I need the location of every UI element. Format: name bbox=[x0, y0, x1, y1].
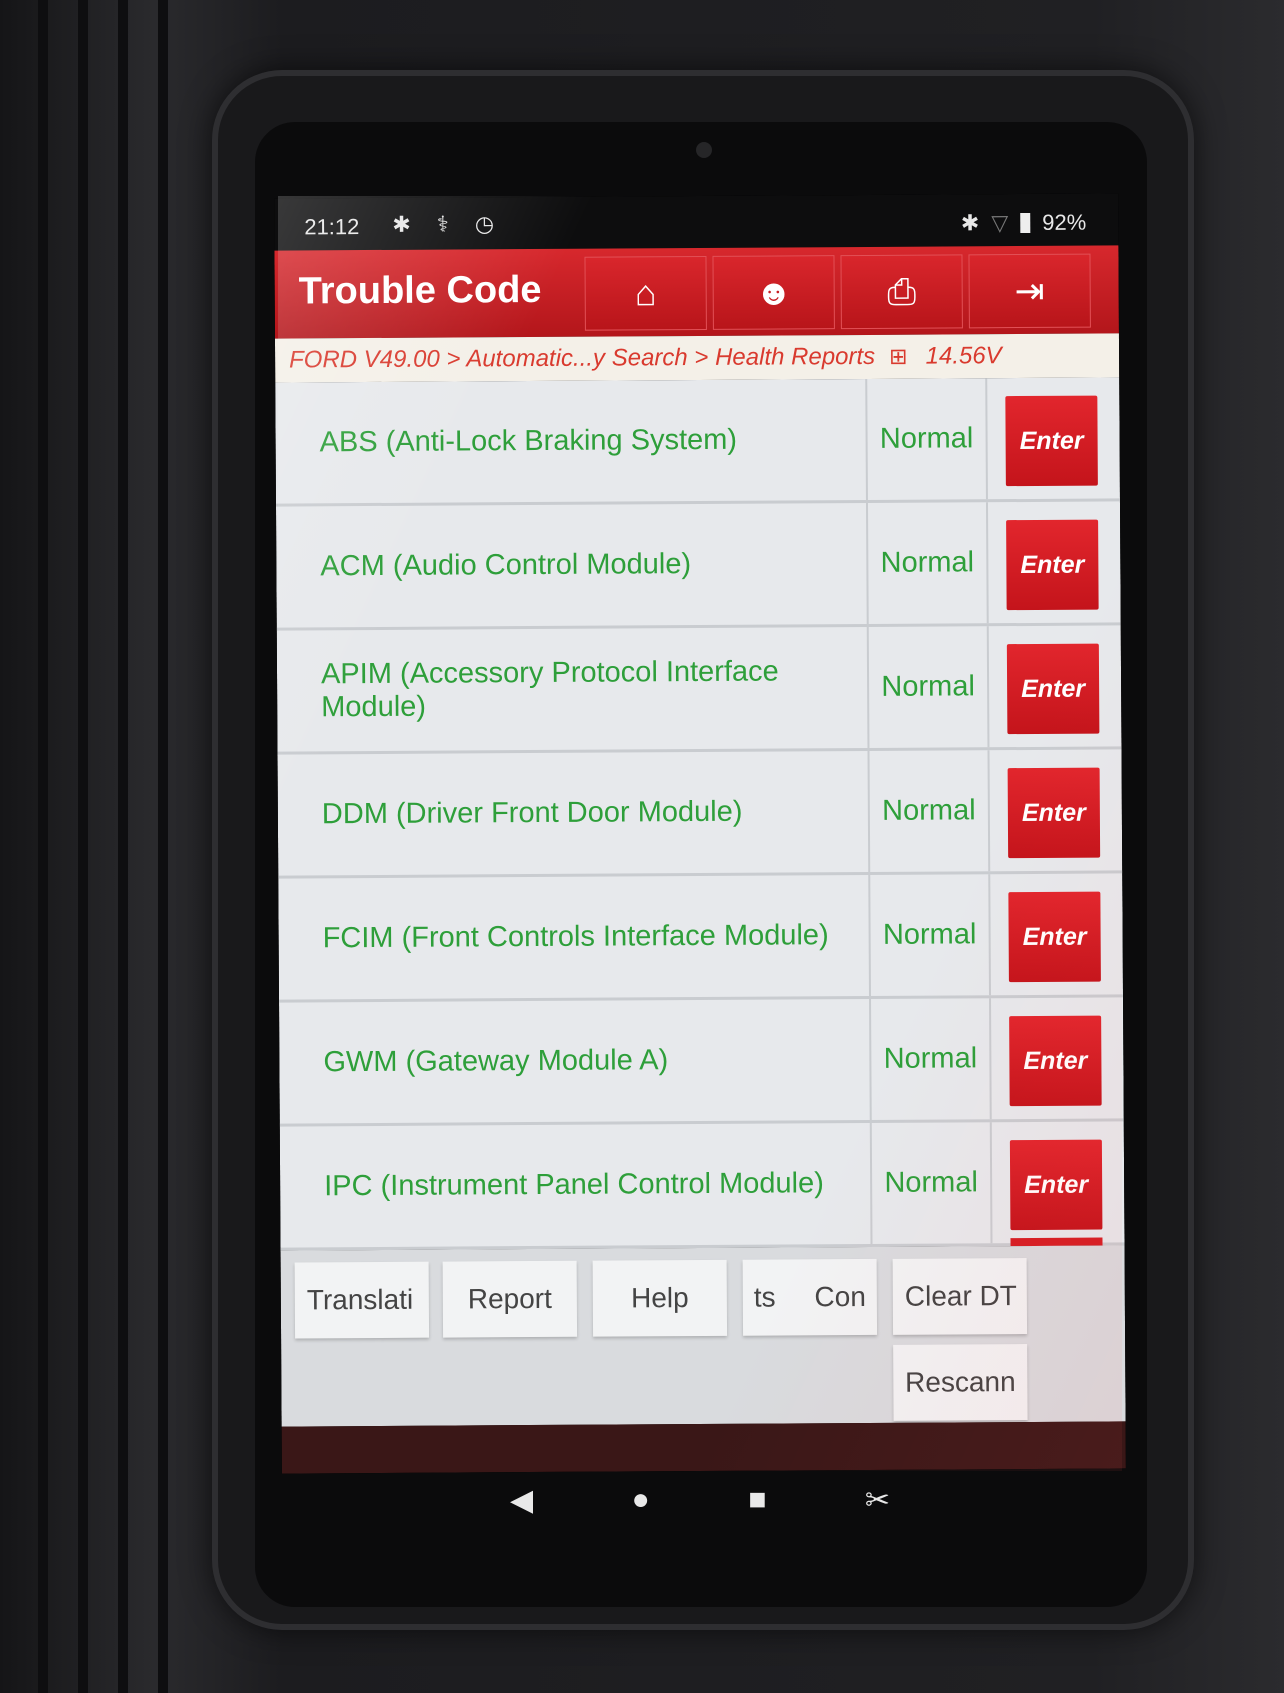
status-bar: 21:12 ✱ ⚕ ◷ ✱ ▽ 92% bbox=[274, 193, 1119, 251]
translation-button[interactable]: Translati bbox=[294, 1261, 430, 1339]
enter-button[interactable]: Enter bbox=[1009, 1139, 1103, 1231]
module-name: IPC (Instrument Panel Control Module) bbox=[279, 1122, 873, 1248]
system-nav-buttons: ◀ ● ■ ✂ bbox=[510, 1470, 890, 1530]
module-status: Normal bbox=[868, 626, 990, 748]
table-row: GWM (Gateway Module A) Normal Enter bbox=[279, 997, 1124, 1127]
table-row: APIM (Accessory Protocol Interface Modul… bbox=[276, 625, 1122, 755]
back-icon[interactable]: ◀ bbox=[510, 1483, 533, 1518]
module-status: Normal bbox=[870, 874, 991, 996]
module-status: Normal bbox=[871, 1122, 993, 1244]
home-button[interactable]: ⌂ bbox=[584, 255, 707, 331]
home-circle-icon[interactable]: ● bbox=[632, 1483, 650, 1517]
status-time: 21:12 bbox=[304, 214, 360, 240]
rescan-button[interactable]: Rescann bbox=[893, 1344, 1028, 1421]
breadcrumb: FORD V49.00 > Automatic...y Search > Hea… bbox=[274, 333, 1120, 383]
system-navigation-bar bbox=[281, 1421, 1126, 1474]
table-row: ACM (Audio Control Module) Normal Enter bbox=[275, 501, 1121, 631]
module-status: Normal bbox=[871, 998, 992, 1120]
tablet-screen: 21:12 ✱ ⚕ ◷ ✱ ▽ 92% Trouble Code ⌂ ☻ ⎙ ⇥ bbox=[274, 193, 1126, 1474]
recents-icon[interactable]: ■ bbox=[748, 1483, 766, 1517]
module-name: APIM (Accessory Protocol Interface Modul… bbox=[276, 626, 870, 752]
module-name: GWM (Gateway Module A) bbox=[279, 998, 872, 1124]
home-icon: ⌂ bbox=[634, 272, 657, 314]
table-row: ABS (Anti-Lock Braking System) Normal En… bbox=[275, 377, 1120, 507]
battery-voltage-icon: ⊞ bbox=[889, 343, 908, 369]
app-header: Trouble Code ⌂ ☻ ⎙ ⇥ bbox=[274, 245, 1119, 339]
table-row: IPC (Instrument Panel Control Module) No… bbox=[279, 1121, 1125, 1251]
header-toolbar: ⌂ ☻ ⎙ ⇥ bbox=[584, 253, 1091, 331]
report-button[interactable]: Report bbox=[442, 1260, 578, 1338]
case-ridge bbox=[38, 0, 48, 1693]
status-notification-icons: ✱ ⚕ ◷ bbox=[392, 211, 505, 237]
table-row: DDM (Driver Front Door Module) Normal En… bbox=[277, 749, 1123, 879]
module-list[interactable]: ABS (Anti-Lock Braking System) Normal En… bbox=[275, 377, 1125, 1251]
page-title: Trouble Code bbox=[298, 268, 542, 313]
voltage-readout: 14.56V bbox=[925, 342, 1002, 370]
help-button[interactable]: Help bbox=[592, 1259, 728, 1337]
table-row: FCIM (Front Controls Interface Module) N… bbox=[278, 873, 1124, 1003]
enter-button[interactable]: Enter bbox=[1006, 519, 1099, 611]
module-name: ABS (Anti-Lock Braking System) bbox=[275, 378, 868, 504]
module-status: Normal bbox=[869, 750, 991, 872]
enter-button[interactable]: Enter bbox=[1005, 395, 1098, 487]
module-name: ACM (Audio Control Module) bbox=[275, 502, 869, 628]
enter-button[interactable]: Enter bbox=[1007, 767, 1101, 859]
action-bar: Translati Report Help ts Con Clear DT Re… bbox=[280, 1245, 1126, 1427]
exit-button[interactable]: ⇥ bbox=[968, 253, 1091, 329]
printer-icon: ⎙ bbox=[887, 270, 917, 312]
status-right-group: ✱ ▽ 92% bbox=[961, 210, 1087, 237]
print-button[interactable]: ⎙ bbox=[840, 254, 963, 330]
wifi-icon: ▽ bbox=[991, 210, 1009, 236]
module-status: Normal bbox=[867, 378, 988, 500]
case-ridge bbox=[158, 0, 168, 1693]
front-camera bbox=[696, 142, 712, 158]
breadcrumb-path: FORD V49.00 > Automatic...y Search > Hea… bbox=[289, 342, 876, 374]
battery-percent: 92% bbox=[1042, 209, 1087, 235]
components-button[interactable]: ts Con bbox=[742, 1258, 878, 1336]
module-name: FCIM (Front Controls Interface Module) bbox=[278, 874, 871, 1000]
exit-icon: ⇥ bbox=[1014, 269, 1045, 312]
bluetooth-icon: ✱ bbox=[960, 210, 980, 236]
enter-button[interactable]: Enter bbox=[1009, 1015, 1102, 1107]
module-name: DDM (Driver Front Door Module) bbox=[277, 750, 871, 876]
enter-button[interactable]: Enter bbox=[1006, 643, 1100, 735]
support-agent-icon: ☻ bbox=[754, 271, 793, 313]
case-ridge bbox=[78, 0, 88, 1693]
clear-dtc-button[interactable]: Clear DT bbox=[892, 1258, 1028, 1335]
module-status: Normal bbox=[867, 502, 989, 624]
battery-icon bbox=[1020, 212, 1031, 234]
support-button[interactable]: ☻ bbox=[712, 255, 835, 330]
enter-button[interactable]: Enter bbox=[1008, 891, 1101, 983]
case-ridge bbox=[118, 0, 128, 1693]
screenshot-icon[interactable]: ✂ bbox=[865, 1483, 890, 1518]
